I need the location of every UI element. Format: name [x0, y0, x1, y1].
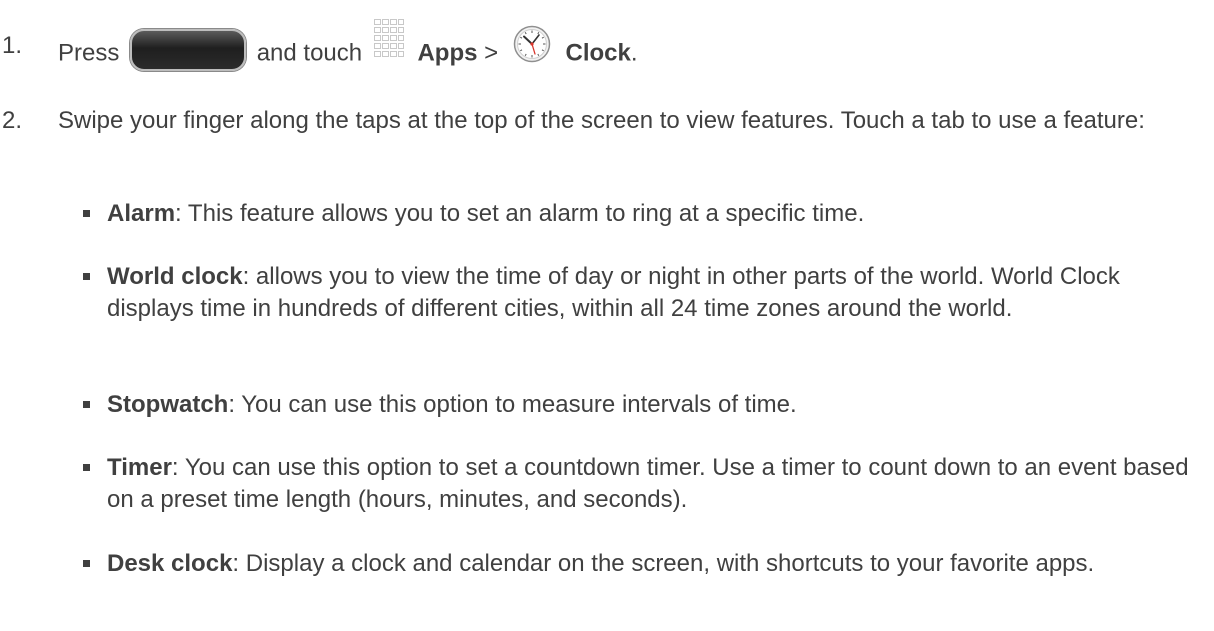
bullet-icon: [83, 210, 90, 217]
step-2-text: Swipe your finger along the taps at the …: [58, 107, 1145, 134]
list-item-text: Timer: You can use this option to set a …: [107, 452, 1207, 516]
feature-desc: : You can use this option to set a count…: [107, 454, 1189, 513]
step-number: 1.: [2, 32, 23, 59]
feature-term: Desk clock: [107, 550, 233, 577]
feature-desc: : This feature allows you to set an alar…: [175, 200, 865, 227]
feature-desc: : You can use this option to measure int…: [228, 391, 797, 418]
bullet-icon: [83, 560, 90, 567]
bullet-icon: [83, 464, 90, 471]
and-touch-label: and touch: [256, 39, 363, 67]
feature-term: Alarm: [107, 200, 176, 227]
separator: >: [484, 39, 499, 67]
document-page: { "step1": { "number": "1.", "press": "P…: [0, 0, 1214, 631]
apps-grid-icon: [373, 18, 405, 66]
list-item-text: Desk clock: Display a clock and calendar…: [107, 548, 1207, 580]
feature-desc: : allows you to view the time of day or …: [107, 263, 1120, 322]
feature-term: World clock: [107, 263, 243, 290]
period: .: [630, 39, 638, 67]
apps-label: Apps: [417, 39, 478, 67]
press-label: Press: [58, 39, 120, 67]
bullet-icon: [83, 273, 90, 280]
list-item-text: Stopwatch: You can use this option to me…: [107, 389, 1207, 421]
feature-term: Stopwatch: [107, 391, 229, 418]
clock-icon: [513, 25, 551, 63]
clock-label: Clock: [565, 39, 631, 67]
list-item-text: Alarm: This feature allows you to set an…: [107, 198, 1207, 230]
feature-desc: : Display a clock and calendar on the sc…: [232, 550, 1095, 577]
bullet-icon: [83, 401, 90, 408]
home-key-icon: [130, 29, 247, 71]
step-1-text: Press and touch Apps > Clock.: [58, 19, 1200, 78]
feature-term: Timer: [107, 454, 172, 481]
list-item-text: World clock: allows you to view the time…: [107, 261, 1207, 325]
step-number: 2.: [2, 107, 23, 134]
